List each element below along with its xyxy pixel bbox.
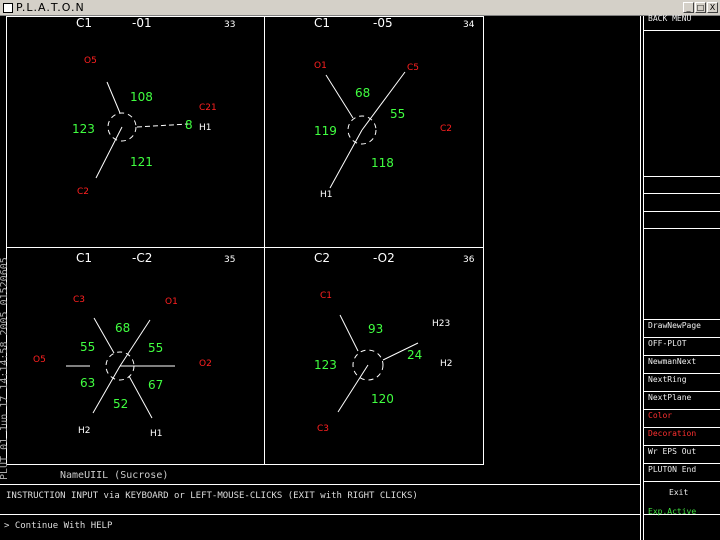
plot-canvas[interactable]: C1 -01 33 108 123 121 8 O5 C21 H1 C2 C1 …	[0, 16, 720, 540]
panel-3-number: 35	[224, 255, 235, 265]
panel-3-index: -C2	[132, 251, 152, 265]
atom-label: O2	[199, 359, 212, 369]
angle-value: 55	[148, 341, 163, 355]
angle-value: 52	[113, 397, 128, 411]
plot-timestamp-label: PLUT 01 Jun 17 14:14:58 2005 01520605	[0, 257, 10, 480]
angle-value: 68	[115, 321, 130, 335]
panel-1-atom: C1	[76, 16, 92, 30]
angle-value: 55	[390, 107, 405, 121]
angle-value: 118	[371, 156, 394, 170]
angle-value: 121	[130, 155, 153, 169]
angle-value: 123	[314, 358, 337, 372]
menu-next-plane[interactable]: NextPlane	[645, 393, 719, 411]
menu-color[interactable]: Color	[645, 411, 719, 429]
app-icon	[3, 3, 13, 13]
atom-label: H1	[320, 190, 333, 200]
panel-4-number: 36	[463, 255, 475, 265]
panel-1-number: 33	[224, 20, 235, 30]
panel-4-atom: C2	[314, 251, 330, 265]
angle-value: 67	[148, 378, 163, 392]
atom-label: C3	[317, 424, 329, 434]
newman-panel-4: C2 -O2 36 93 123 24 120 C1 H23 H2 C3	[314, 251, 475, 434]
newman-panel-3: C1 -C2 35 68 55 55 63 67 52 C3 O1 O5 O2 …	[33, 251, 235, 439]
atom-label: C3	[73, 295, 85, 305]
menu-back-menu[interactable]: BACK MENU	[645, 14, 719, 32]
atom-label: H2	[78, 426, 91, 436]
maximize-button[interactable]: □	[695, 2, 706, 13]
angle-value: 123	[72, 122, 95, 136]
panel-1-index: -01	[132, 16, 152, 30]
minimize-button[interactable]: _	[683, 2, 694, 13]
angle-value: 8	[185, 118, 193, 132]
angle-value: 55	[80, 340, 95, 354]
atom-label: H1	[150, 429, 163, 439]
window-title: P.L.A.T.O.N	[16, 1, 85, 14]
panel-2-number: 34	[463, 20, 475, 30]
angle-value: 24	[407, 348, 422, 362]
menu-newman-next[interactable]: NewmanNext	[645, 357, 719, 375]
molecule-name: NameUIIL (Sucrose)	[60, 470, 169, 481]
angle-value: 63	[80, 376, 95, 390]
command-prompt[interactable]: > Continue With HELP	[4, 521, 112, 531]
atom-label: H1	[199, 123, 212, 133]
panel-2-index: -05	[373, 16, 393, 30]
menu-write-eps[interactable]: Wr EPS Out	[645, 447, 719, 465]
menu-off-plot[interactable]: OFF-PLOT	[645, 339, 719, 357]
instruction-text: INSTRUCTION INPUT via KEYBOARD or LEFT-M…	[6, 491, 418, 501]
menu-draw-new-page[interactable]: DrawNewPage	[645, 321, 719, 339]
menu-pluton-end[interactable]: PLUTON End	[645, 465, 719, 483]
angle-value: 93	[368, 322, 383, 336]
atom-label: C5	[407, 63, 419, 73]
panel-3-atom: C1	[76, 251, 92, 265]
newman-panel-2: C1 -05 34 68 55 119 118 O1 C5 C2 H1	[314, 16, 475, 200]
menu-exit[interactable]: Exit	[645, 488, 719, 506]
close-button[interactable]: X	[707, 2, 718, 13]
atom-label: C21	[199, 103, 217, 113]
angle-value: 120	[371, 392, 394, 406]
panel-4-index: -O2	[373, 251, 395, 265]
angle-value: 108	[130, 90, 153, 104]
atom-label: C2	[440, 124, 452, 134]
angle-value: 68	[355, 86, 370, 100]
angle-value: 119	[314, 124, 337, 138]
panel-2-atom: C1	[314, 16, 330, 30]
atom-label: O5	[84, 56, 97, 66]
atom-label: H23	[432, 319, 450, 329]
atom-label: O1	[314, 61, 327, 71]
atom-label: O5	[33, 355, 46, 365]
newman-panel-1: C1 -01 33 108 123 121 8 O5 C21 H1 C2	[72, 16, 235, 197]
frame-lines	[0, 16, 644, 540]
menu-next-ring[interactable]: NextRing	[645, 375, 719, 393]
atom-label: H2	[440, 359, 453, 369]
atom-label: C1	[320, 291, 332, 301]
atom-label: O1	[165, 297, 178, 307]
menu-decoration[interactable]: Decoration	[645, 429, 719, 447]
window-title-bar[interactable]: P.L.A.T.O.N _ □ X	[0, 0, 720, 16]
menu-exp-active[interactable]: Exp.Active	[645, 507, 719, 525]
atom-label: C2	[77, 187, 89, 197]
